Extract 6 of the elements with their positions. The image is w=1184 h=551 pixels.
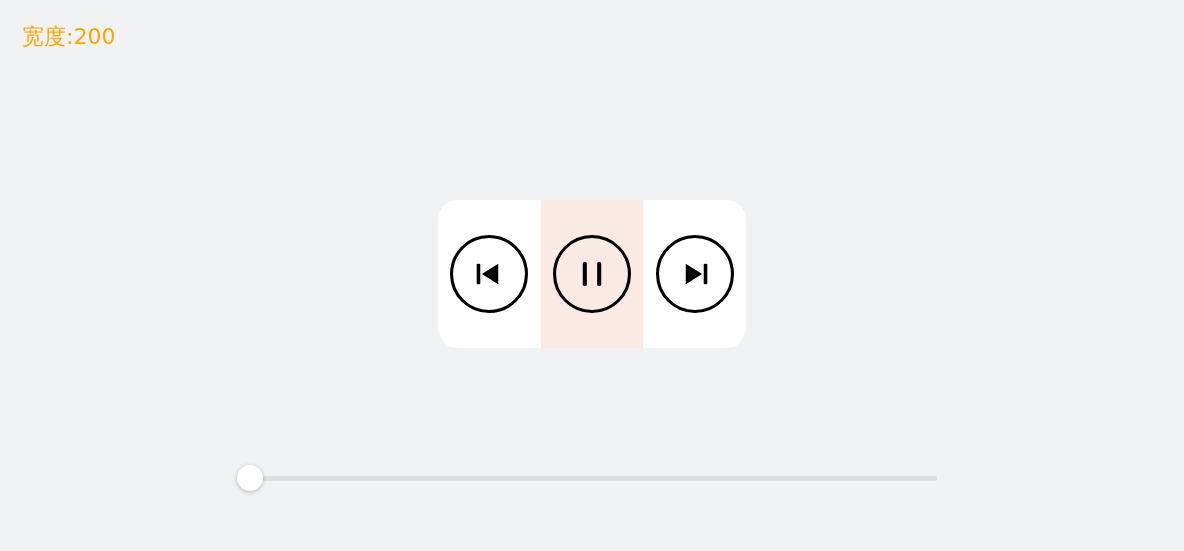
pause-icon <box>553 235 631 313</box>
control-button[interactable] <box>540 200 644 348</box>
previous-icon <box>450 235 529 313</box>
width-label: 宽度:200 <box>22 24 116 49</box>
slider-thumb[interactable] <box>237 465 263 491</box>
next-icon <box>655 235 734 313</box>
